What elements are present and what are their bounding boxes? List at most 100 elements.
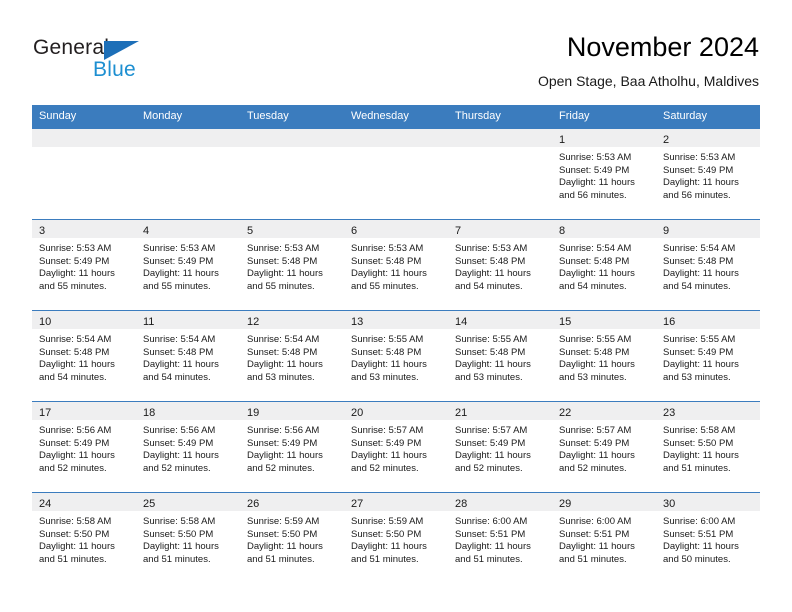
day-cell[interactable]: 13 Sunrise: 5:55 AM Sunset: 5:48 PM Dayligh… (344, 311, 448, 401)
day-info: Sunrise: 5:53 AM Sunset: 5:49 PM Daylight:… (656, 147, 760, 202)
day-info: Sunrise: 5:53 AM Sunset: 5:49 PM Daylight:… (552, 147, 656, 202)
day-number-band: 22 (552, 402, 656, 420)
daylight-text-line1: Daylight: 11 hours (663, 268, 739, 280)
day-cell[interactable]: 7 Sunrise: 5:53 AM Sunset: 5:48 PM Daylight… (448, 220, 552, 310)
day-cell-empty (32, 129, 136, 219)
day-cell[interactable]: 22 Sunrise: 5:57 AM Sunset: 5:49 PM Dayligh… (552, 402, 656, 492)
sunrise-text: Sunrise: 5:53 AM (143, 243, 216, 254)
sunrise-text: Sunrise: 5:58 AM (143, 516, 216, 527)
day-number: 10 (39, 316, 52, 328)
day-number-band: 18 (136, 402, 240, 420)
day-cell[interactable]: 1 Sunrise: 5:53 AM Sunset: 5:49 PM Daylight… (552, 129, 656, 219)
sunset-text: Sunset: 5:49 PM (663, 346, 734, 358)
day-number: 27 (351, 498, 364, 510)
daylight-text-line2: and 51 minutes. (143, 553, 211, 565)
day-cell[interactable]: 28 Sunrise: 6:00 AM Sunset: 5:51 PM Dayligh… (448, 493, 552, 583)
sunrise-text: Sunrise: 6:00 AM (455, 516, 528, 527)
sunset-text: Sunset: 5:49 PM (39, 437, 110, 449)
day-info: Sunrise: 5:55 AM Sunset: 5:48 PM Daylight:… (448, 329, 552, 384)
day-number-band: 4 (136, 220, 240, 238)
day-number-band: 12 (240, 311, 344, 329)
daylight-text-line2: and 52 minutes. (247, 462, 315, 474)
day-cell[interactable]: 11 Sunrise: 5:54 AM Sunset: 5:48 PM Dayligh… (136, 311, 240, 401)
sunset-text: Sunset: 5:49 PM (559, 164, 630, 176)
day-cell[interactable]: 30 Sunrise: 6:00 AM Sunset: 5:51 PM Dayligh… (656, 493, 760, 583)
day-cell[interactable]: 26 Sunrise: 5:59 AM Sunset: 5:50 PM Dayligh… (240, 493, 344, 583)
day-cell[interactable]: 9 Sunrise: 5:54 AM Sunset: 5:48 PM Daylight… (656, 220, 760, 310)
day-cell[interactable]: 5 Sunrise: 5:53 AM Sunset: 5:48 PM Daylight… (240, 220, 344, 310)
daylight-text-line1: Daylight: 11 hours (143, 359, 219, 371)
day-number-band: 19 (240, 402, 344, 420)
day-cell[interactable]: 3 Sunrise: 5:53 AM Sunset: 5:49 PM Daylight… (32, 220, 136, 310)
daylight-text-line1: Daylight: 11 hours (351, 450, 427, 462)
day-cell-empty (344, 129, 448, 219)
daylight-text-line1: Daylight: 11 hours (663, 450, 739, 462)
day-cell[interactable]: 10 Sunrise: 5:54 AM Sunset: 5:48 PM Dayligh… (32, 311, 136, 401)
weekday-header-friday: Friday (559, 110, 590, 122)
sunrise-text: Sunrise: 6:00 AM (559, 516, 632, 527)
sunrise-text: Sunrise: 5:55 AM (559, 334, 632, 345)
day-cell[interactable]: 17 Sunrise: 5:56 AM Sunset: 5:49 PM Dayligh… (32, 402, 136, 492)
daylight-text-line2: and 52 minutes. (39, 462, 107, 474)
daylight-text-line1: Daylight: 11 hours (455, 268, 531, 280)
calendar-week-row: 3 Sunrise: 5:53 AM Sunset: 5:49 PM Daylight… (32, 219, 760, 310)
day-cell[interactable]: 23 Sunrise: 5:58 AM Sunset: 5:50 PM Dayligh… (656, 402, 760, 492)
day-cell-empty (448, 129, 552, 219)
calendar-weeks: 1 Sunrise: 5:53 AM Sunset: 5:49 PM Daylight… (32, 128, 760, 583)
sunset-text: Sunset: 5:49 PM (39, 255, 110, 267)
daylight-text-line2: and 51 minutes. (247, 553, 315, 565)
day-number: 29 (559, 498, 572, 510)
daylight-text-line2: and 54 minutes. (559, 280, 627, 292)
day-cell[interactable]: 6 Sunrise: 5:53 AM Sunset: 5:48 PM Daylight… (344, 220, 448, 310)
day-cell[interactable]: 2 Sunrise: 5:53 AM Sunset: 5:49 PM Daylight… (656, 129, 760, 219)
day-cell[interactable]: 19 Sunrise: 5:56 AM Sunset: 5:49 PM Dayligh… (240, 402, 344, 492)
day-cell[interactable]: 16 Sunrise: 5:55 AM Sunset: 5:49 PM Dayligh… (656, 311, 760, 401)
day-info: Sunrise: 5:56 AM Sunset: 5:49 PM Daylight:… (240, 420, 344, 475)
day-number-band: 7 (448, 220, 552, 238)
day-cell[interactable]: 18 Sunrise: 5:56 AM Sunset: 5:49 PM Dayligh… (136, 402, 240, 492)
day-number: 3 (39, 225, 46, 237)
day-cell[interactable]: 8 Sunrise: 5:54 AM Sunset: 5:48 PM Daylight… (552, 220, 656, 310)
sunrise-text: Sunrise: 5:53 AM (39, 243, 112, 254)
day-info: Sunrise: 5:59 AM Sunset: 5:50 PM Daylight:… (344, 511, 448, 566)
day-cell[interactable]: 4 Sunrise: 5:53 AM Sunset: 5:49 PM Daylight… (136, 220, 240, 310)
daylight-text-line1: Daylight: 11 hours (143, 541, 219, 553)
weekday-header-row: Sunday Monday Tuesday Wednesday Thursday Frid… (32, 105, 760, 128)
daylight-text-line1: Daylight: 11 hours (351, 359, 427, 371)
daylight-text-line1: Daylight: 11 hours (247, 359, 323, 371)
day-cell[interactable]: 15 Sunrise: 5:55 AM Sunset: 5:48 PM Dayligh… (552, 311, 656, 401)
location-subtitle: Open Stage, Baa Atholhu, Maldives (537, 73, 759, 89)
daylight-text-line2: and 56 minutes. (559, 189, 627, 201)
calendar-week-row: 24 Sunrise: 5:58 AM Sunset: 5:50 PM Dayligh… (32, 492, 760, 583)
day-number: 16 (663, 316, 676, 328)
day-cell[interactable]: 27 Sunrise: 5:59 AM Sunset: 5:50 PM Dayligh… (344, 493, 448, 583)
sunrise-text: Sunrise: 5:57 AM (455, 425, 528, 436)
day-info: Sunrise: 5:59 AM Sunset: 5:50 PM Daylight:… (240, 511, 344, 566)
day-cell[interactable]: 21 Sunrise: 5:57 AM Sunset: 5:49 PM Dayligh… (448, 402, 552, 492)
day-cell[interactable]: 24 Sunrise: 5:58 AM Sunset: 5:50 PM Dayligh… (32, 493, 136, 583)
daylight-text-line2: and 55 minutes. (351, 280, 419, 292)
day-cell[interactable]: 20 Sunrise: 5:57 AM Sunset: 5:49 PM Dayligh… (344, 402, 448, 492)
daylight-text-line2: and 52 minutes. (455, 462, 523, 474)
daylight-text-line1: Daylight: 11 hours (39, 541, 115, 553)
day-cell[interactable]: 25 Sunrise: 5:58 AM Sunset: 5:50 PM Dayligh… (136, 493, 240, 583)
day-number: 25 (143, 498, 156, 510)
daylight-text-line2: and 51 minutes. (559, 553, 627, 565)
day-number-band: 8 (552, 220, 656, 238)
day-info: Sunrise: 5:54 AM Sunset: 5:48 PM Daylight:… (240, 329, 344, 384)
day-number-band: 5 (240, 220, 344, 238)
daylight-text-line2: and 51 minutes. (39, 553, 107, 565)
sunset-text: Sunset: 5:49 PM (455, 437, 526, 449)
daylight-text-line1: Daylight: 11 hours (247, 268, 323, 280)
sunset-text: Sunset: 5:48 PM (351, 346, 422, 358)
day-number-band: 29 (552, 493, 656, 511)
day-cell[interactable]: 14 Sunrise: 5:55 AM Sunset: 5:48 PM Dayligh… (448, 311, 552, 401)
day-cell[interactable]: 29 Sunrise: 6:00 AM Sunset: 5:51 PM Dayligh… (552, 493, 656, 583)
daylight-text-line1: Daylight: 11 hours (247, 541, 323, 553)
brand-logo[interactable]: General Blue (33, 36, 173, 84)
sunset-text: Sunset: 5:48 PM (143, 346, 214, 358)
day-number-band: 21 (448, 402, 552, 420)
day-info: Sunrise: 5:57 AM Sunset: 5:49 PM Daylight:… (448, 420, 552, 475)
day-info: Sunrise: 5:54 AM Sunset: 5:48 PM Daylight:… (32, 329, 136, 384)
day-cell[interactable]: 12 Sunrise: 5:54 AM Sunset: 5:48 PM Dayligh… (240, 311, 344, 401)
